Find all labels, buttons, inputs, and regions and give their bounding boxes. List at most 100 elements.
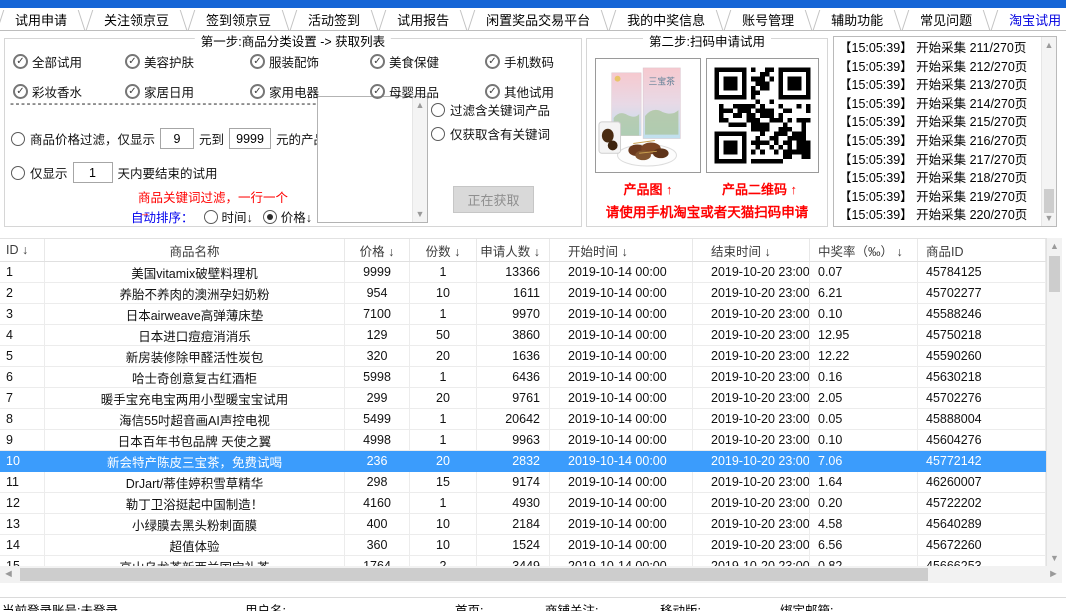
table-row[interactable]: 14超值体验3601015242019-10-14 00:002019-10-2… [0, 535, 1046, 556]
scroll-up-icon[interactable]: ▲ [1047, 238, 1062, 254]
category-checkbox[interactable]: ✓彩妆香水 [13, 82, 82, 101]
table-cell: 129 [345, 325, 410, 346]
table-row[interactable]: 12勒丁卫浴挺起中国制造！4160149302019-10-14 00:0020… [0, 493, 1046, 514]
table-horizontal-scrollbar[interactable]: ◄ ► [0, 566, 1062, 583]
fetch-list-button[interactable]: 正在获取 [453, 186, 534, 213]
table-cell: 2019-10-14 00:00 [550, 304, 693, 325]
log-entry: 【15:05:39】 开始采集 213/270页 [834, 76, 1040, 95]
category-checkbox[interactable]: ✓手机数码 [485, 52, 554, 71]
table-row[interactable]: 11DrJart/蒂佳婷积雪草精华2981591742019-10-14 00:… [0, 472, 1046, 493]
table-row[interactable]: 6哈士奇创意复古红酒柜5998164362019-10-14 00:002019… [0, 367, 1046, 388]
table-row[interactable]: 3日本airweave高弹薄床垫7100199702019-10-14 00:0… [0, 304, 1046, 325]
keyword-filter-radio[interactable]: 仅获取含有关键词 [431, 124, 550, 143]
log-entry: 【15:05:39】 开始采集 214/270页 [834, 95, 1040, 114]
category-checkbox[interactable]: ✓家用电器 [250, 82, 319, 101]
table-row[interactable]: 2养胎不养肉的澳洲孕妇奶粉9541016112019-10-14 00:0020… [0, 283, 1046, 304]
scrollbar-thumb[interactable] [1044, 189, 1054, 213]
table-cell: 45784125 [918, 262, 1046, 283]
sort-option[interactable]: 时间↓ [204, 207, 253, 226]
checkbox-checked-icon: ✓ [370, 54, 385, 69]
radio-icon[interactable] [11, 132, 25, 146]
category-label: 彩妆香水 [32, 82, 82, 101]
category-label: 全部试用 [32, 52, 82, 71]
checkbox-checked-icon: ✓ [250, 54, 265, 69]
column-header[interactable]: 结束时间 ↓ [693, 239, 810, 261]
table-cell: 1764 [345, 556, 410, 566]
column-header[interactable]: 中奖率（‰） ↓ [810, 239, 918, 261]
scroll-down-icon[interactable]: ▼ [1047, 550, 1062, 566]
table-cell: 45772142 [918, 451, 1046, 472]
tab-10[interactable]: 常见问题 [905, 8, 987, 30]
tab-6[interactable]: 闲置奖品交易平台 [471, 8, 605, 30]
scroll-left-icon[interactable]: ◄ [0, 566, 17, 583]
listbox-scrollbar[interactable]: ▲ ▼ [412, 97, 427, 222]
scrollbar-thumb[interactable] [1049, 256, 1060, 292]
tab-5[interactable]: 试用报告 [382, 8, 464, 30]
step2-title: 第二步:扫码申请试用 [643, 31, 771, 50]
category-label: 家居日用 [144, 82, 194, 101]
checkbox-checked-icon: ✓ [125, 54, 140, 69]
column-header[interactable]: 份数 ↓ [410, 239, 477, 261]
category-checkbox[interactable]: ✓ 美容护肤 [125, 52, 194, 71]
column-header[interactable]: 申请人数 ↓ [477, 239, 550, 261]
keyword-filter-radio[interactable]: 过滤含关键词产品 [431, 100, 550, 119]
table-cell: 3 [0, 304, 45, 325]
price-min-input[interactable] [160, 128, 194, 149]
table-row[interactable]: 13小绿膜去黑头粉刺面膜4001021842019-10-14 00:00201… [0, 514, 1046, 535]
scroll-down-icon[interactable]: ▼ [413, 206, 427, 222]
window-titlebar [0, 0, 1066, 8]
status-item: 用户名: [245, 600, 286, 611]
table-row[interactable]: 9日本百年书包品牌 天使之翼4998199632019-10-14 00:002… [0, 430, 1046, 451]
table-row[interactable]: 1美国vitamix破壁料理机99991133662019-10-14 00:0… [0, 262, 1046, 283]
tab-8[interactable]: 账号管理 [727, 8, 809, 30]
tab-7[interactable]: 我的中奖信息 [612, 8, 720, 30]
scrollbar-thumb[interactable] [20, 568, 928, 581]
table-cell: 6 [0, 367, 45, 388]
table-cell: 7 [0, 388, 45, 409]
tab-4[interactable]: 活动签到 [293, 8, 375, 30]
category-label: 美容护肤 [144, 52, 194, 71]
tab-2[interactable]: 关注领京豆 [89, 8, 184, 30]
tab-11[interactable]: 淘宝试用（单独功能） [994, 8, 1066, 30]
category-checkbox[interactable]: ✓美食保健 [370, 52, 439, 71]
column-header[interactable]: 商品名称 [45, 239, 345, 261]
table-row[interactable]: 4日本进口痘痘消消乐1295038602019-10-14 00:002019-… [0, 325, 1046, 346]
log-scrollbar[interactable]: ▲ ▼ [1041, 37, 1056, 226]
column-header[interactable]: 价格 ↓ [345, 239, 410, 261]
sort-option[interactable]: 价格↓ [263, 207, 312, 226]
tab-9[interactable]: 辅助功能 [816, 8, 898, 30]
category-checkbox[interactable]: ✓母婴用品 [370, 82, 439, 101]
category-checkbox[interactable]: ✓全部试用 [13, 52, 82, 71]
price-max-input[interactable] [229, 128, 271, 149]
days-filter-radio[interactable]: 仅显示 天内要结束的试用 [11, 162, 218, 183]
table-row[interactable]: 15高山乌龙茶新西兰国宝礼茶1764234492019-10-14 00:002… [0, 556, 1046, 566]
table-cell: 298 [345, 472, 410, 493]
table-cell: 2.05 [810, 388, 918, 409]
keyword-listbox[interactable]: ▲ ▼ [317, 96, 428, 223]
table-cell: 45702276 [918, 388, 1046, 409]
tab-1[interactable]: 试用申请 [0, 8, 82, 30]
category-checkbox[interactable]: ✓服装配饰 [250, 52, 319, 71]
days-input[interactable] [73, 162, 113, 183]
radio-icon[interactable] [11, 166, 25, 180]
table-cell: 9970 [477, 304, 550, 325]
scroll-right-icon[interactable]: ► [1045, 566, 1062, 583]
table-vertical-scrollbar[interactable]: ▲ ▼ [1046, 238, 1062, 566]
column-header[interactable]: 开始时间 ↓ [550, 239, 693, 261]
table-cell: 哈士奇创意复古红酒柜 [45, 367, 345, 388]
category-checkbox[interactable]: ✓其他试用 [485, 82, 554, 101]
price-filter-radio[interactable]: 商品价格过滤，仅显示 元到 元的产品 [11, 128, 326, 149]
table-row[interactable]: 5新房装修除甲醛活性炭包3202016362019-10-14 00:00201… [0, 346, 1046, 367]
table-cell: 2019-10-20 23:00 [693, 409, 810, 430]
scroll-up-icon[interactable]: ▲ [1042, 37, 1056, 53]
table-cell: 4998 [345, 430, 410, 451]
tab-3[interactable]: 签到领京豆 [191, 8, 286, 30]
category-checkbox[interactable]: ✓家居日用 [125, 82, 194, 101]
column-header[interactable]: ID ↓ [0, 239, 45, 261]
table-row[interactable]: 8海信55吋超音画AI声控电视54991206422019-10-14 00:0… [0, 409, 1046, 430]
table-row[interactable]: 10新会特产陈皮三宝茶，免费试喝2362028322019-10-14 00:0… [0, 451, 1046, 472]
table-cell: 9999 [345, 262, 410, 283]
table-cell: 2019-10-20 23:00 [693, 556, 810, 566]
column-header[interactable]: 商品ID [918, 239, 1046, 261]
table-row[interactable]: 7暖手宝充电宝两用小型暖宝宝试用2992097612019-10-14 00:0… [0, 388, 1046, 409]
